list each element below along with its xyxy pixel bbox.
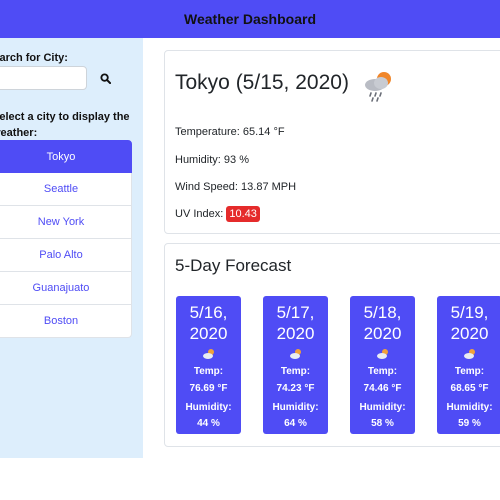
forecast-temp-label: Temp: xyxy=(193,366,224,377)
forecast-humidity: 44 % xyxy=(197,418,220,429)
current-weather-card: Tokyo (5/15, 2020) Temperature: 65.14 °F… xyxy=(164,50,500,234)
city-item-seattle[interactable]: Seattle xyxy=(0,173,132,206)
uv-index-label: UV Index: xyxy=(175,208,224,220)
city-select-hint: Select a city to display the weather: xyxy=(0,111,130,139)
forecast-temp: 74.23 °F xyxy=(276,383,315,394)
forecast-day-card: 5/18, 2020 Temp: 74.46 °F Humidity: 58 % xyxy=(350,296,415,434)
city-item-tokyo[interactable]: Tokyo xyxy=(0,140,132,173)
forecast-temp: 74.46 °F xyxy=(363,383,402,394)
forecast-date: 5/19, 2020 xyxy=(450,303,489,343)
forecast-humidity-label: Humidity: xyxy=(359,402,406,413)
forecast-humidity: 58 % xyxy=(371,418,394,429)
search-icon xyxy=(99,72,111,84)
forecast-title: 5-Day Forecast xyxy=(175,256,292,275)
city-item-new-york[interactable]: New York xyxy=(0,206,132,239)
app-header: Weather Dashboard xyxy=(0,0,500,38)
forecast-humidity: 64 % xyxy=(284,418,307,429)
forecast-day-card: 5/16, 2020 Temp: 76.69 °F Humidity: 44 % xyxy=(176,296,241,434)
wind-speed-value: Wind Speed: 13.87 MPH xyxy=(175,181,297,193)
current-city-title: Tokyo (5/15, 2020) xyxy=(175,71,349,94)
sun-cloud-icon xyxy=(464,349,475,359)
forecast-humidity-label: Humidity: xyxy=(446,402,493,413)
rain-cloud-icon xyxy=(365,72,391,102)
forecast-date: 5/17, 2020 xyxy=(276,303,315,343)
forecast-temp: 76.69 °F xyxy=(189,383,228,394)
forecast-humidity-label: Humidity: xyxy=(272,402,319,413)
forecast-date: 5/16, 2020 xyxy=(189,303,228,343)
city-search-input[interactable] xyxy=(0,66,87,90)
city-item-boston[interactable]: Boston xyxy=(0,305,132,338)
forecast-humidity-label: Humidity: xyxy=(185,402,232,413)
sun-cloud-icon xyxy=(290,349,301,359)
city-list: Tokyo Seattle New York Palo Alto Guanaju… xyxy=(0,140,132,338)
forecast-temp-label: Temp: xyxy=(280,366,311,377)
forecast-temp: 68.65 °F xyxy=(450,383,489,394)
forecast-temp-label: Temp: xyxy=(454,366,485,377)
sun-cloud-icon xyxy=(203,349,214,359)
city-item-palo-alto[interactable]: Palo Alto xyxy=(0,239,132,272)
sidebar: Search for City: Select a city to displa… xyxy=(0,38,143,458)
uv-index-badge: 10.43 xyxy=(226,206,260,222)
city-item-guanajuato[interactable]: Guanajuato xyxy=(0,272,132,305)
humidity-value: Humidity: 93 % xyxy=(175,154,249,166)
sun-cloud-icon xyxy=(377,349,388,359)
temperature-value: Temperature: 65.14 °F xyxy=(175,126,285,138)
search-label: Search for City: xyxy=(0,52,68,64)
forecast-card: 5-Day Forecast 5/16, 2020 Temp: 76.69 °F… xyxy=(164,243,500,447)
forecast-day-card: 5/17, 2020 Temp: 74.23 °F Humidity: 64 % xyxy=(263,296,328,434)
uv-index-row: UV Index: 10.43 xyxy=(175,206,260,222)
app-title: Weather Dashboard xyxy=(184,11,316,27)
forecast-humidity: 59 % xyxy=(458,418,481,429)
search-button[interactable] xyxy=(96,69,114,87)
forecast-day-card: 5/19, 2020 Temp: 68.65 °F Humidity: 59 % xyxy=(437,296,500,434)
forecast-temp-label: Temp: xyxy=(367,366,398,377)
forecast-date: 5/18, 2020 xyxy=(363,303,402,343)
